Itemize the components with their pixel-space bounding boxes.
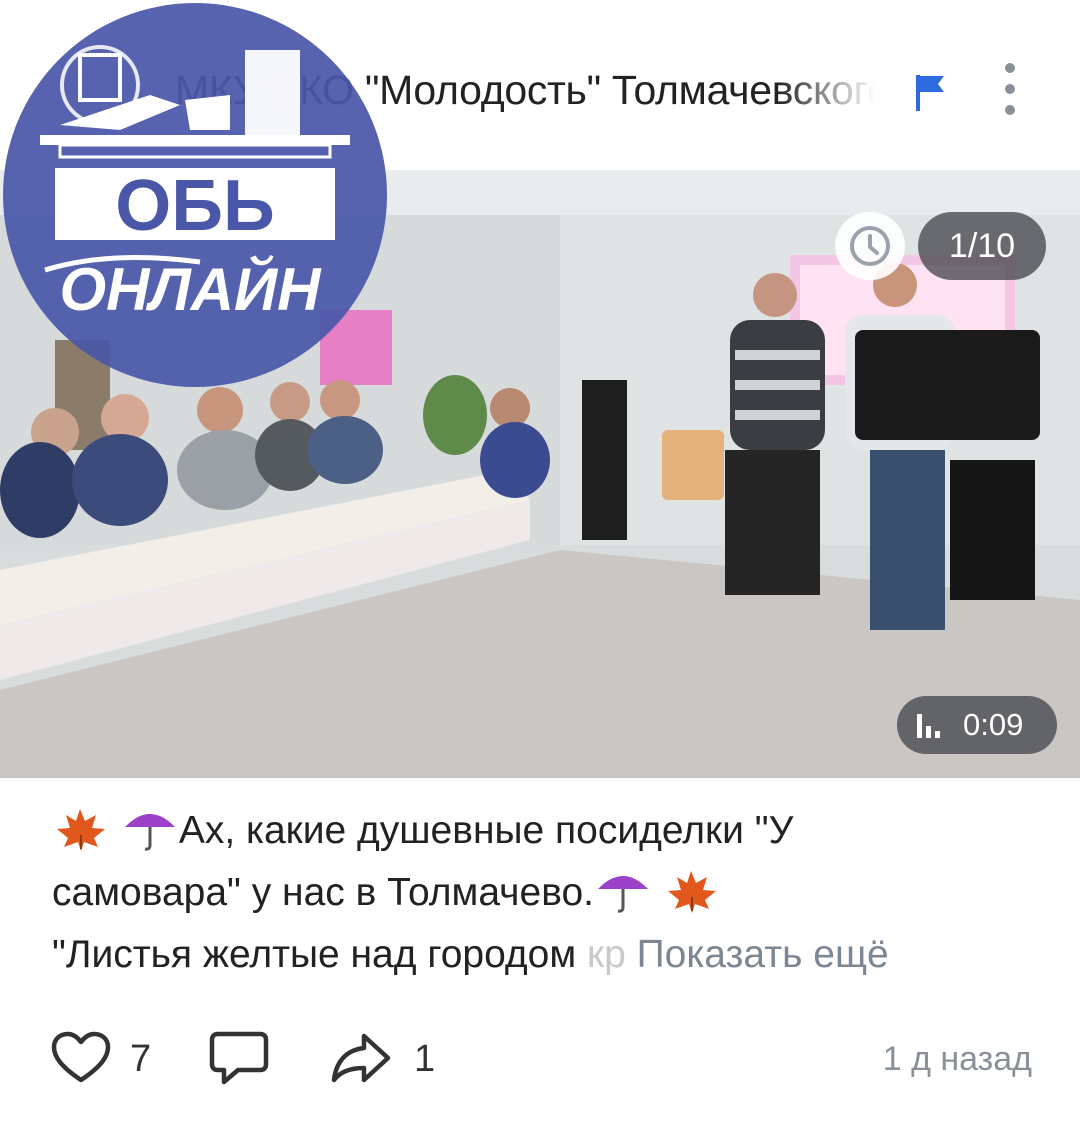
comment-icon[interactable] (208, 1030, 270, 1088)
video-duration: 0:09 (963, 707, 1024, 742)
likes-count: 7 (130, 1038, 152, 1080)
post-time: 1 д назад (882, 1040, 1032, 1078)
maple-leaf-emoji (57, 808, 105, 851)
obon-online-logo: ОБЬ ОНЛАЙН (3, 3, 387, 387)
umbrella-emoji (124, 813, 175, 851)
show-more-link[interactable]: Показать ещё (637, 933, 889, 976)
caption-text-1: Ах, какие душевные посиделки "У (178, 809, 794, 852)
video-duration-badge: 0:09 (897, 696, 1057, 754)
shares-count: 1 (414, 1038, 436, 1080)
maple-leaf-emoji (667, 870, 716, 913)
bar-chart-icon (917, 714, 940, 738)
logo-line1: ОБЬ (115, 166, 275, 246)
share-icon[interactable] (330, 1030, 392, 1086)
more-options-icon[interactable] (990, 58, 1030, 122)
caption-faded-text: кр (587, 933, 626, 976)
caption-line-2: самовара" у нас в Толмачево. (52, 862, 1042, 924)
photo-counter: 1/10 (918, 212, 1046, 280)
post-caption: Ах, какие душевные посиделки "У самовара… (52, 800, 1042, 986)
caption-line-3: "Листья желтые над городом кр Показать е… (52, 924, 1042, 986)
clock-button[interactable] (835, 212, 905, 280)
caption-text-2: самовара" у нас в Толмачево. (52, 871, 595, 914)
logo-line2: ОНЛАЙН (59, 255, 322, 323)
flag-icon[interactable] (912, 73, 948, 113)
clock-icon (850, 226, 890, 266)
caption-line-1: Ах, какие душевные посиделки "У (52, 800, 1042, 862)
heart-icon[interactable] (50, 1030, 112, 1086)
post-actions: 7 1 1 д назад (0, 1020, 1080, 1100)
caption-text-3: "Листья желтые над городом (52, 933, 588, 976)
umbrella-emoji (598, 875, 649, 913)
